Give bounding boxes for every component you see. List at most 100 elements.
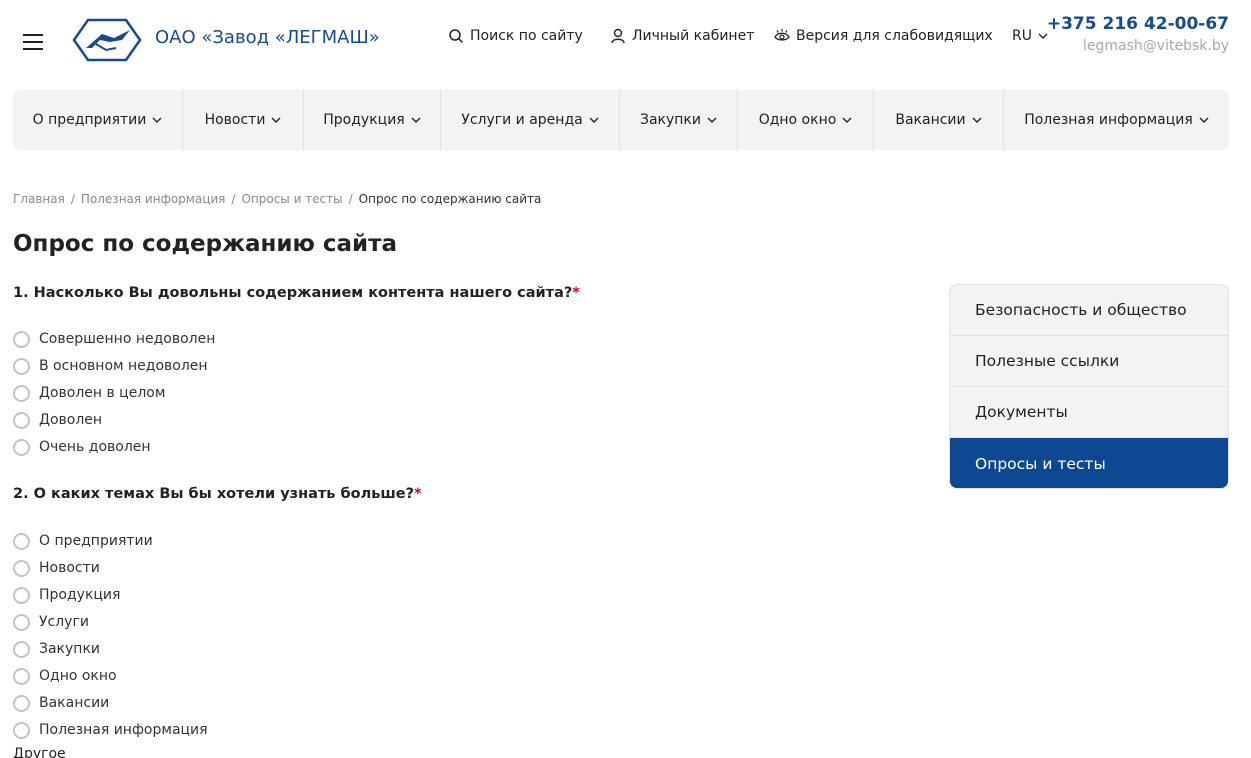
- nav-item-one-window[interactable]: Одно окно: [738, 90, 874, 150]
- nav-item-label: Продукция: [323, 112, 405, 128]
- nav-item-label: О предприятии: [32, 112, 147, 128]
- main-nav: О предприятии Новости Продукция Услуги и…: [13, 90, 1229, 150]
- side-menu-item-safety[interactable]: Безопасность и общество: [950, 285, 1228, 336]
- q1-option[interactable]: Доволен в целом: [13, 383, 165, 403]
- nav-item-label: Новости: [204, 112, 266, 128]
- nav-item-about[interactable]: О предприятии: [13, 90, 183, 150]
- question-1: 1. Насколько Вы довольны содержанием кон…: [13, 285, 580, 301]
- other-field-label: Другое: [13, 746, 66, 758]
- radio-button[interactable]: [13, 586, 30, 604]
- option-label: Совершенно недоволен: [39, 331, 216, 347]
- q1-option[interactable]: Очень доволен: [13, 437, 151, 457]
- q2-option[interactable]: Продукция: [13, 585, 120, 605]
- nav-item-useful-info[interactable]: Полезная информация: [1004, 90, 1229, 150]
- radio-button[interactable]: [13, 357, 30, 375]
- breadcrumb-separator: /: [70, 192, 75, 206]
- site-header: ОАО «Завод «ЛЕГМАШ» Поиск по сайту Личны…: [0, 0, 1251, 80]
- company-name[interactable]: ОАО «Завод «ЛЕГМАШ»: [155, 27, 380, 48]
- option-label: Одно окно: [39, 668, 117, 684]
- nav-item-news[interactable]: Новости: [183, 90, 304, 150]
- q2-option[interactable]: Новости: [13, 558, 100, 578]
- chevron-down-icon: [589, 117, 599, 123]
- option-label: Продукция: [39, 587, 121, 603]
- breadcrumb-surveys[interactable]: Опросы и тесты: [241, 192, 342, 206]
- menu-icon[interactable]: [23, 34, 43, 50]
- user-icon: [611, 28, 625, 44]
- nav-item-procurement[interactable]: Закупки: [620, 90, 738, 150]
- required-mark: *: [414, 486, 422, 502]
- chevron-down-icon: [271, 117, 281, 123]
- radio-button[interactable]: [13, 438, 30, 456]
- question-1-text: 1. Насколько Вы довольны содержанием кон…: [13, 285, 573, 301]
- language-label: RU: [1012, 28, 1032, 44]
- chevron-down-icon: [1199, 117, 1209, 123]
- radio-button[interactable]: [13, 613, 30, 631]
- option-label: Доволен в целом: [39, 385, 166, 401]
- nav-item-label: Полезная информация: [1024, 112, 1193, 128]
- q2-option[interactable]: Услуги: [13, 612, 89, 632]
- search-icon: [449, 29, 464, 44]
- eye-icon: [774, 29, 790, 41]
- q2-option[interactable]: Полезная информация: [13, 720, 208, 740]
- accessibility-link-label: Версия для слабовидящих: [796, 28, 993, 44]
- radio-button[interactable]: [13, 667, 30, 685]
- option-label: В основном недоволен: [39, 358, 208, 374]
- nav-item-label: Вакансии: [895, 112, 966, 128]
- radio-button[interactable]: [13, 411, 30, 429]
- q2-option[interactable]: Закупки: [13, 639, 100, 659]
- option-label: О предприятии: [39, 533, 153, 549]
- side-menu-item-surveys[interactable]: Опросы и тесты: [950, 438, 1228, 488]
- nav-item-vacancies[interactable]: Вакансии: [874, 90, 1004, 150]
- required-mark: *: [572, 285, 580, 301]
- side-menu-item-useful-links[interactable]: Полезные ссылки: [950, 336, 1228, 387]
- option-label: Доволен: [39, 412, 103, 428]
- email-address[interactable]: legmash@vitebsk.by: [1083, 38, 1229, 54]
- search-link-label: Поиск по сайту: [470, 28, 583, 44]
- q1-option[interactable]: Совершенно недоволен: [13, 329, 215, 349]
- nav-item-services[interactable]: Услуги и аренда: [441, 90, 620, 150]
- radio-button[interactable]: [13, 532, 30, 550]
- breadcrumb: Главная / Полезная информация / Опросы и…: [13, 192, 541, 206]
- question-2-text: 2. О каких темах Вы бы хотели узнать бол…: [13, 486, 415, 502]
- radio-button[interactable]: [13, 559, 30, 577]
- q1-option[interactable]: В основном недоволен: [13, 356, 208, 376]
- radio-button[interactable]: [13, 694, 30, 712]
- breadcrumb-current: Опрос по содержанию сайта: [358, 192, 542, 206]
- chevron-down-icon: [842, 117, 852, 123]
- radio-button[interactable]: [13, 721, 30, 739]
- nav-item-products[interactable]: Продукция: [304, 90, 441, 150]
- phone-number[interactable]: +375 216 42-00-67: [1047, 14, 1229, 34]
- breadcrumb-separator: /: [348, 192, 353, 206]
- radio-button[interactable]: [13, 640, 30, 658]
- site-search-link[interactable]: Поиск по сайту: [448, 28, 583, 44]
- chevron-down-icon: [152, 117, 162, 123]
- nav-item-label: Услуги и аренда: [461, 112, 583, 128]
- radio-button[interactable]: [13, 330, 30, 348]
- chevron-down-icon: [707, 117, 717, 123]
- q2-option[interactable]: Вакансии: [13, 693, 109, 713]
- breadcrumb-home[interactable]: Главная: [13, 192, 65, 206]
- account-link[interactable]: Личный кабинет: [610, 28, 754, 44]
- q1-option[interactable]: Доволен: [13, 410, 102, 430]
- accessibility-link[interactable]: Версия для слабовидящих: [774, 28, 993, 44]
- chevron-down-icon: [411, 117, 421, 123]
- option-label: Очень доволен: [39, 439, 151, 455]
- breadcrumb-separator: /: [231, 192, 236, 206]
- radio-button[interactable]: [13, 384, 30, 402]
- company-logo[interactable]: [72, 18, 142, 62]
- side-menu-item-documents[interactable]: Документы: [950, 387, 1228, 438]
- chevron-down-icon: [972, 117, 982, 123]
- nav-item-label: Закупки: [639, 112, 701, 128]
- nav-item-label: Одно окно: [758, 112, 837, 128]
- page-title: Опрос по содержанию сайта: [13, 231, 398, 257]
- q2-option[interactable]: Одно окно: [13, 666, 117, 686]
- option-label: Полезная информация: [39, 722, 208, 738]
- question-2: 2. О каких темах Вы бы хотели узнать бол…: [13, 486, 422, 502]
- option-label: Услуги: [39, 614, 89, 630]
- breadcrumb-useful-info[interactable]: Полезная информация: [81, 192, 226, 206]
- language-selector[interactable]: RU: [1012, 28, 1048, 44]
- q2-option[interactable]: О предприятии: [13, 531, 153, 551]
- account-link-label: Личный кабинет: [632, 28, 755, 44]
- option-label: Вакансии: [39, 695, 110, 711]
- option-label: Новости: [39, 560, 100, 576]
